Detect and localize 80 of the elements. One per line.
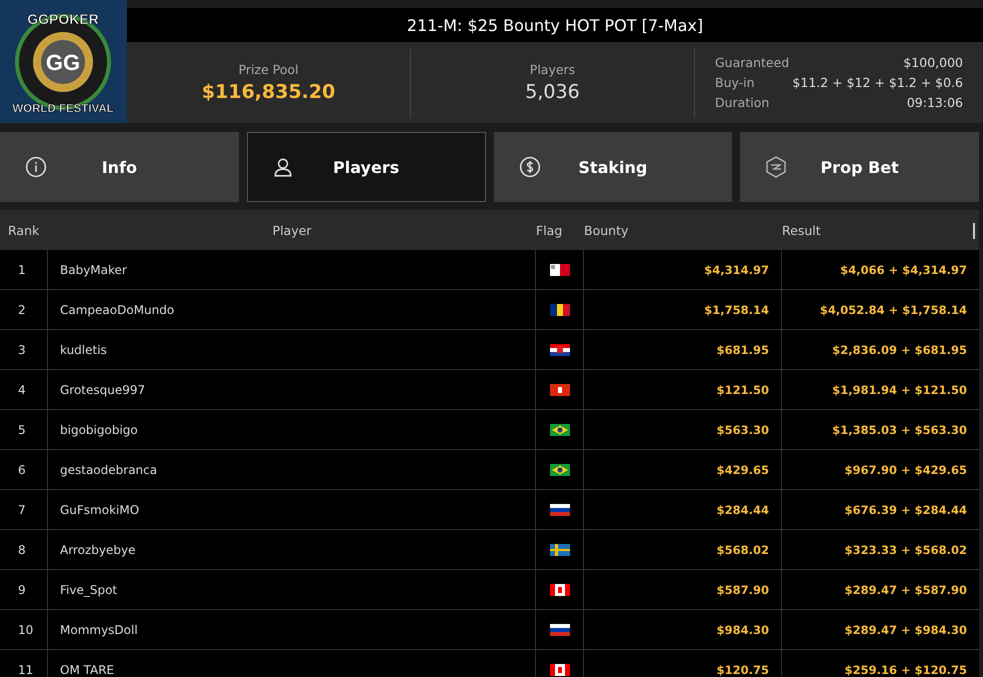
result-cell-text: $4,052.84 + $1,758.14 (818, 302, 968, 318)
rank-cell: 4 (0, 370, 48, 409)
detail-label: Guaranteed (715, 55, 790, 70)
player-cell: CampeaoDoMundo (48, 290, 536, 329)
bounty-cell: $563.30 (584, 410, 782, 449)
result-cell-text: $1,981.94 + $121.50 (831, 382, 968, 398)
bounty-cell: $587.90 (584, 570, 782, 609)
column-header: Result (782, 222, 822, 238)
rank-cell: 5 (0, 410, 48, 449)
rank-cell: 2 (0, 290, 48, 329)
stat-value: $116,835.20 (202, 81, 336, 103)
flag-icon (550, 502, 570, 516)
result-cell-text: $323.33 + $568.02 (844, 542, 968, 558)
result-cell-text: $4,066 + $4,314.97 (839, 262, 968, 278)
flag-icon (550, 542, 570, 556)
bounty-cell: $568.02 (584, 530, 782, 569)
column-header: Player (272, 222, 312, 238)
flag-icon (550, 582, 570, 596)
detail-value: 09:13:06 (906, 95, 963, 110)
result-cell-text: $259.16 + $120.75 (844, 662, 968, 677)
stat-label: Prize Pool (238, 62, 299, 77)
bounty-cell: $121.50 (584, 370, 782, 409)
tab[interactable]: Players (246, 132, 486, 202)
column-header: Rank (7, 222, 40, 238)
rank-cell: 8 (0, 530, 48, 569)
rank-cell: 7 (0, 490, 48, 529)
bounty-cell: $429.65 (584, 450, 782, 489)
stat-value: 5,036 (525, 81, 580, 103)
detail-value: $100,000 (903, 55, 963, 70)
rank-cell: 3 (0, 330, 48, 369)
rank-cell: 6 (0, 450, 48, 489)
result-cell-text: $289.47 + $984.30 (844, 622, 968, 638)
bounty-cell: $4,314.97 (584, 250, 782, 289)
tab[interactable]: Info (0, 132, 239, 202)
player-cell: gestaodebranca (48, 450, 536, 489)
detail-label: Duration (715, 95, 770, 110)
player-cell: bigobigobigo (48, 410, 536, 449)
flag-icon (550, 382, 570, 396)
flag-icon (550, 262, 570, 276)
dollar-coin-icon (518, 156, 540, 178)
player-cell: Grotesque997 (48, 370, 536, 409)
bounty-cell: $984.30 (584, 610, 782, 649)
result-cell-text: $289.47 + $587.90 (844, 582, 968, 598)
column-header: Bounty (584, 222, 630, 238)
hexagon-icon (765, 156, 788, 178)
player-cell: OM TARE (48, 650, 536, 677)
player-cell: kudletis (48, 330, 536, 369)
flag-icon (550, 662, 570, 676)
result-cell-text: $676.39 + $284.44 (844, 502, 968, 518)
column-header: Flag (536, 222, 564, 238)
bounty-cell: $284.44 (584, 490, 782, 529)
bounty-cell: $681.95 (584, 330, 782, 369)
player-cell: BabyMaker (48, 250, 536, 289)
flag-icon (550, 302, 570, 316)
info-icon (25, 156, 47, 178)
player-cell: Arrozbyebye (48, 530, 536, 569)
rank-cell: 9 (0, 570, 48, 609)
flag-icon (550, 622, 570, 636)
bounty-cell: $120.75 (584, 650, 782, 677)
detail-label: Buy-in (715, 75, 755, 90)
stat-label: Players (530, 62, 576, 77)
tab[interactable]: Prop Bet (740, 132, 979, 202)
tournament-title: 211-M: $25 Bounty HOT POT [7-Max] (127, 8, 983, 42)
person-icon (272, 156, 294, 178)
flag-icon (550, 342, 570, 356)
rank-cell: 10 (0, 610, 48, 649)
player-cell: GuFsmokiMO (48, 490, 536, 529)
rank-cell: 11 (0, 650, 48, 677)
result-cell-text: $2,836.09 + $681.95 (831, 342, 968, 358)
flag-icon (550, 462, 570, 476)
rank-cell: 1 (0, 250, 48, 289)
player-cell: Five_Spot (48, 570, 536, 609)
player-cell: MommysDoll (48, 610, 536, 649)
detail-value: $11.2 + $12 + $1.2 + $0.6 (792, 75, 963, 90)
bounty-cell: $1,758.14 (584, 290, 782, 329)
logo: GGPOKER GG WORLD FESTIVAL (0, 0, 127, 123)
result-cell-text: $1,385.03 + $563.30 (831, 422, 968, 438)
tab[interactable]: Staking (494, 132, 732, 202)
flag-icon (550, 422, 570, 436)
result-cell-text: $967.90 + $429.65 (844, 462, 968, 478)
